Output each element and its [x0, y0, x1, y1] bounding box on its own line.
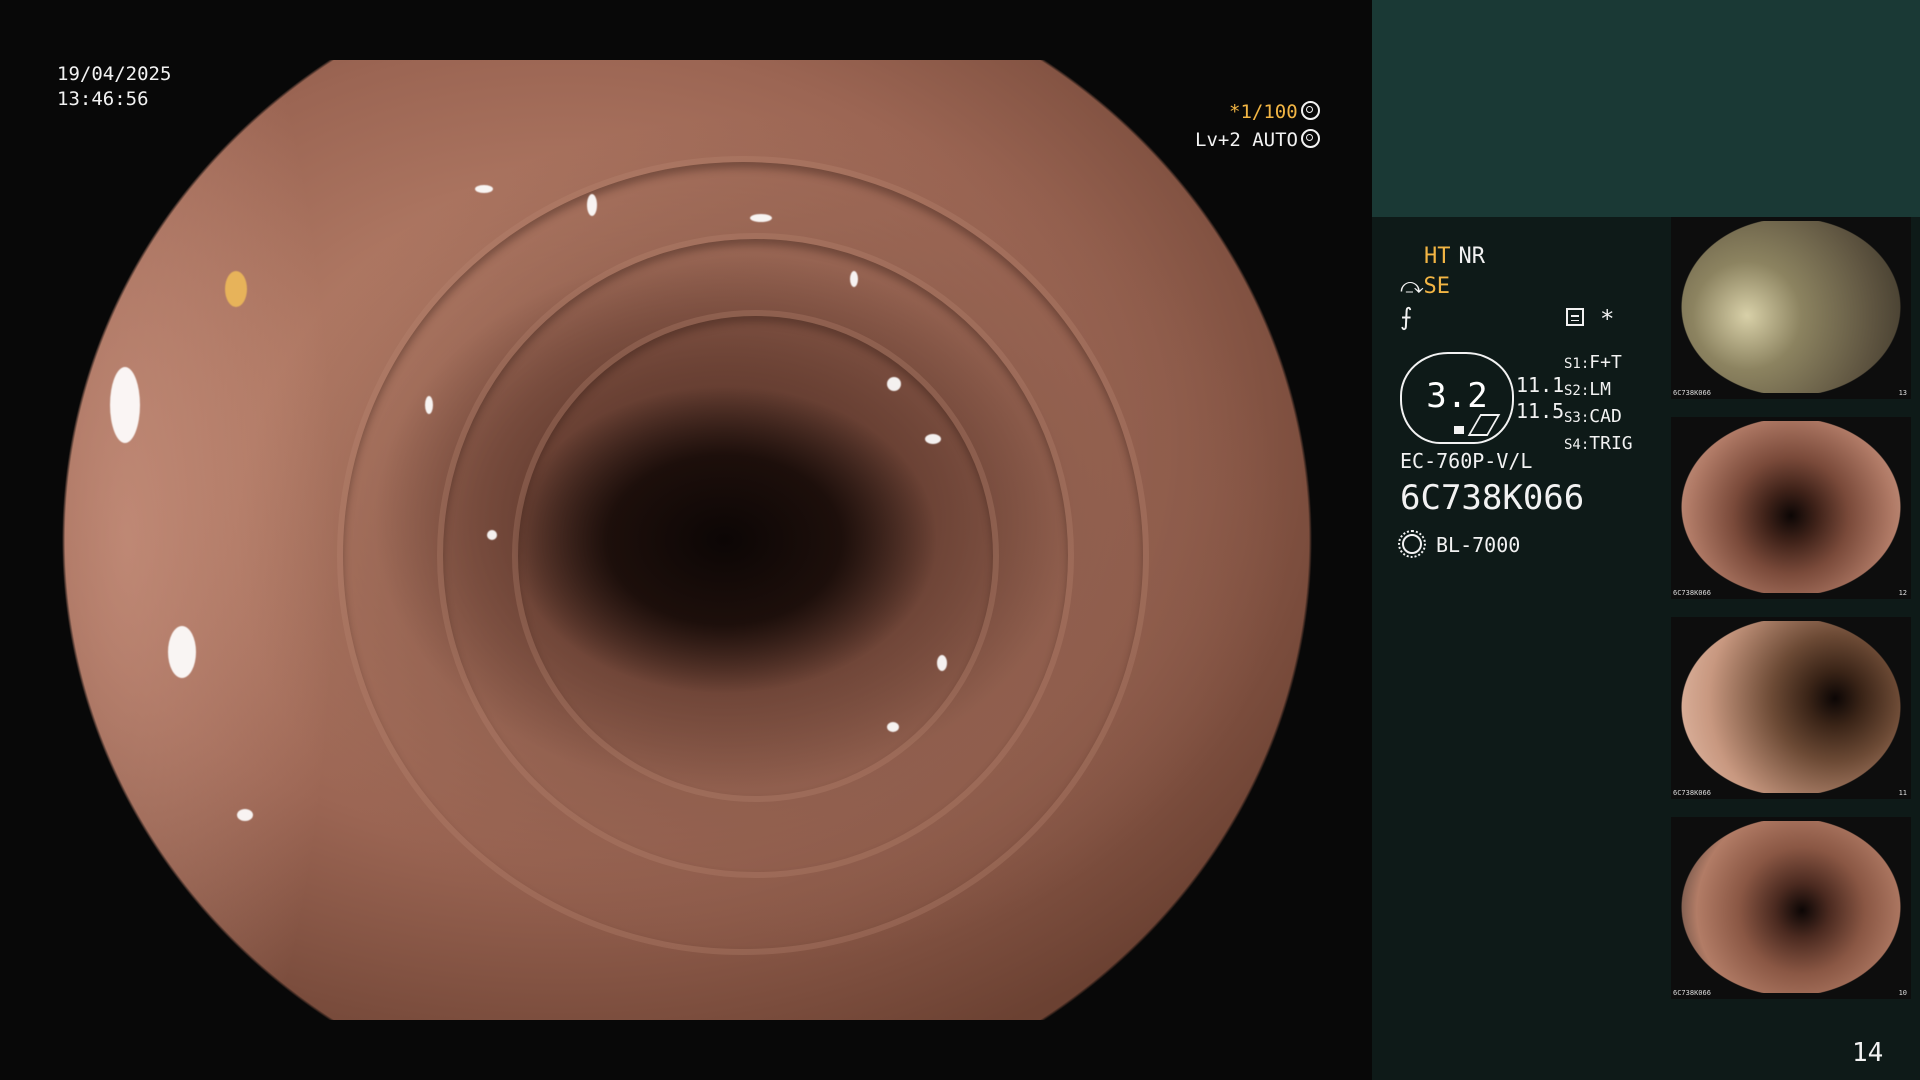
thumbnail-label: 6C738K066: [1673, 589, 1711, 597]
date-text: 19/04/2025: [57, 63, 172, 85]
thumbnail-image: [1681, 821, 1901, 993]
thumbnail-label: 6C738K066: [1673, 989, 1711, 997]
gauge-mark: [1454, 426, 1464, 434]
page-number: 14: [1852, 1038, 1884, 1068]
gauge-values: 11.1 11.5: [1516, 372, 1564, 424]
menu-icon: [1566, 308, 1584, 326]
octagon-value: 3.2: [1426, 376, 1488, 416]
scope-serial: 6C738K066: [1400, 478, 1585, 518]
switch-value: CAD: [1589, 406, 1622, 427]
light-reflection: [849, 271, 858, 288]
thumbnail-capture[interactable]: 6C738K066 12: [1671, 417, 1911, 599]
exposure-display: *1/100 Lv+2 AUTO: [1195, 98, 1372, 154]
thumbnail-label: 6C738K066: [1673, 389, 1711, 397]
switch-value: LM: [1589, 379, 1611, 400]
se-label: SE: [1423, 274, 1451, 299]
auto-icon: [1300, 129, 1320, 148]
light-reflection: [237, 808, 253, 821]
shutter-text: *1/100: [1229, 101, 1298, 123]
value-1: 11.1: [1516, 373, 1565, 397]
switch-label: S4:: [1564, 437, 1590, 453]
endoscope-view: 19/04/2025 13:46:56 *1/100 Lv+2 AUTO: [0, 0, 1372, 1080]
level-text: Lv+2 AUTO: [1195, 129, 1298, 151]
thumbnail-image: [1681, 621, 1901, 793]
endoscope-image: [62, 60, 1312, 1020]
light-reflection: [224, 271, 247, 308]
function-icon: ⨍: [1400, 303, 1413, 331]
switch-assignments: S1:F+T S2:LM S3:CAD S4:TRIG: [1564, 350, 1633, 458]
light-reflection: [474, 184, 493, 193]
switch-value: F+T: [1589, 352, 1622, 373]
octagon-gauge: 3.2: [1400, 352, 1514, 444]
se-status: ⤼SE: [1400, 274, 1450, 300]
thumbnail-number: 12: [1898, 589, 1907, 597]
thumbnail-image: [1681, 221, 1901, 393]
light-reflection: [109, 367, 140, 444]
thumbnail-capture[interactable]: 6C738K066 11: [1671, 617, 1911, 799]
time-text: 13:46:56: [57, 88, 149, 110]
light-reflection: [424, 396, 433, 414]
switch-label: S2:: [1564, 383, 1590, 399]
panel-header-area: [1372, 0, 1920, 217]
gauge-slash-icon: [1467, 414, 1501, 436]
value-2: 11.5: [1516, 399, 1565, 423]
thumbnail-number: 10: [1898, 989, 1907, 997]
nr-label: NR: [1458, 244, 1486, 269]
switch-label: S3:: [1564, 410, 1590, 426]
light-source-label: BL-7000: [1436, 533, 1521, 557]
light-reflection: [887, 376, 901, 391]
se-icon: ⤼: [1400, 274, 1424, 299]
ht-label: HT: [1424, 244, 1451, 269]
ht-nr-status: HT NR: [1424, 244, 1485, 270]
switch-value: TRIG: [1589, 433, 1633, 454]
mucosal-fold: [337, 156, 1149, 956]
thumbnail-number: 11: [1898, 789, 1907, 797]
light-reflection: [749, 213, 772, 222]
thumbnail-image: [1681, 421, 1901, 593]
switch-label: S1:: [1564, 356, 1590, 372]
light-source-icon: [1398, 530, 1426, 558]
thumbnail-capture[interactable]: 6C738K066 13: [1671, 217, 1911, 399]
star-indicator: *: [1600, 305, 1615, 333]
shutter-icon: [1300, 101, 1320, 120]
thumbnail-label: 6C738K066: [1673, 789, 1711, 797]
thumbnail-capture[interactable]: 6C738K066 10: [1671, 817, 1911, 999]
thumbnail-number: 13: [1898, 389, 1907, 397]
scope-model: EC-760P-V/L: [1400, 449, 1533, 473]
datetime-display: 19/04/2025 13:46:56: [57, 62, 171, 112]
